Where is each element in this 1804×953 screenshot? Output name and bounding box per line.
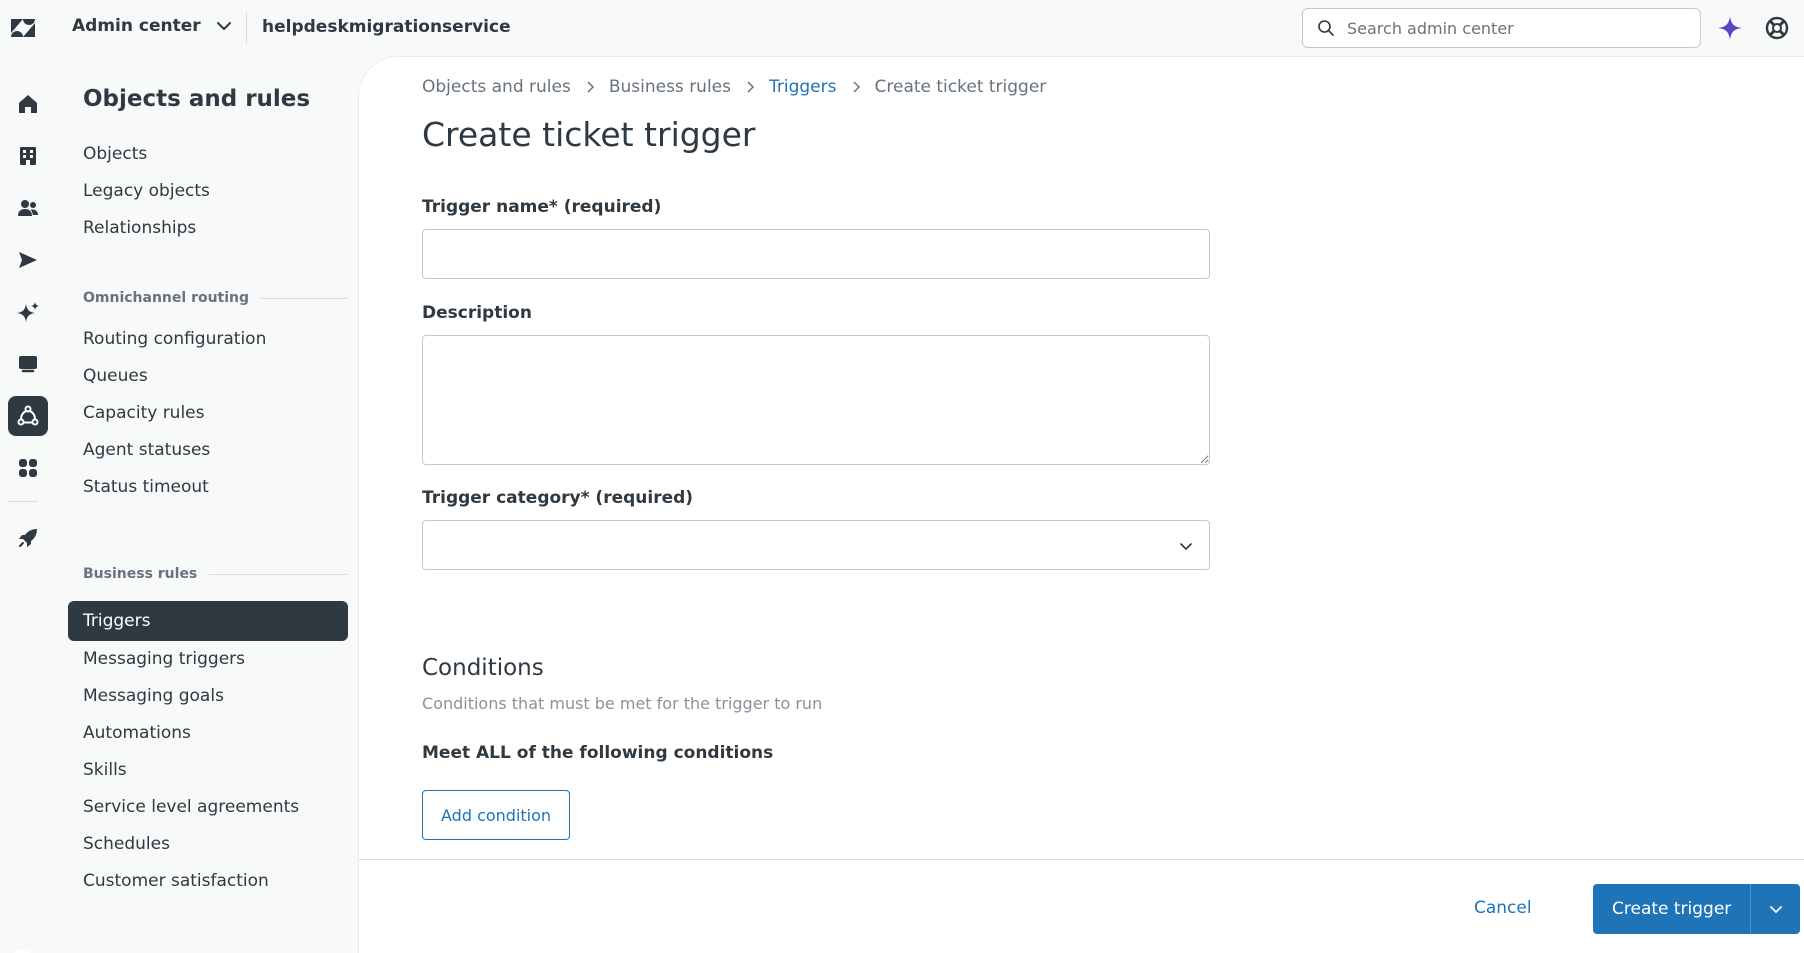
- breadcrumb-triggers[interactable]: Triggers: [769, 77, 837, 97]
- top-bar: Admin center helpdeskmigrationservice: [0, 0, 1804, 56]
- rail-objects-rules[interactable]: [8, 396, 48, 436]
- nav-section-label: Omnichannel routing: [83, 290, 250, 306]
- nav-item-queues[interactable]: Queues: [68, 356, 348, 396]
- search-input[interactable]: [1347, 18, 1687, 38]
- ai-sparkle-icon[interactable]: [1716, 14, 1744, 42]
- nav-item-legacy-objects[interactable]: Legacy objects: [68, 171, 348, 211]
- trigger-category-label: Trigger category* (required): [422, 488, 694, 508]
- add-condition-button[interactable]: Add condition: [422, 790, 571, 840]
- rocket-icon: [19, 529, 37, 547]
- nav-item-objects[interactable]: Objects: [68, 134, 348, 174]
- rail-account[interactable]: [8, 136, 48, 176]
- rail-channels[interactable]: [8, 240, 48, 280]
- nav-section-business-rules: Business rules: [83, 566, 348, 582]
- rail-ai[interactable]: [8, 292, 48, 332]
- nav-item-customer-satisfaction[interactable]: Customer satisfaction: [68, 861, 348, 901]
- product-name: Admin center: [72, 16, 201, 36]
- zendesk-logo-icon[interactable]: [9, 15, 37, 41]
- form-footer: Cancel Create trigger: [359, 859, 1804, 953]
- create-trigger-split-button: Create trigger: [1593, 884, 1801, 934]
- apps-icon: [19, 459, 37, 477]
- send-icon: [19, 252, 37, 268]
- product-switcher[interactable]: Admin center: [72, 15, 235, 37]
- product-nav-rail: [0, 56, 58, 953]
- building-icon: [20, 147, 36, 165]
- chevron-right-icon: [747, 81, 755, 93]
- chevron-right-icon: [587, 81, 594, 93]
- conditions-title: Conditions: [422, 655, 544, 681]
- nav-item-agent-statuses[interactable]: Agent statuses: [68, 430, 348, 470]
- nav-item-messaging-triggers[interactable]: Messaging triggers: [68, 639, 348, 679]
- nav-item-relationships[interactable]: Relationships: [68, 208, 348, 248]
- trigger-name-input[interactable]: [422, 229, 1210, 279]
- objects-rules-icon: [17, 405, 39, 426]
- page-title: Create ticket trigger: [422, 115, 756, 154]
- nav-item-service-level-agreements[interactable]: Service level agreements: [68, 787, 348, 827]
- nav-item-triggers[interactable]: Triggers: [68, 601, 348, 641]
- nav-item-routing-configuration[interactable]: Routing configuration: [68, 319, 348, 359]
- cancel-button[interactable]: Cancel: [1474, 898, 1532, 918]
- subdomain-label: helpdeskmigrationservice: [262, 17, 511, 37]
- description-textarea[interactable]: [422, 335, 1210, 465]
- rail-divider: [8, 501, 38, 502]
- nav-section-omnichannel: Omnichannel routing: [83, 290, 348, 306]
- nav-section-label: Business rules: [83, 566, 198, 582]
- trigger-name-label: Trigger name* (required): [422, 197, 662, 217]
- people-icon: [18, 200, 38, 216]
- description-label: Description: [422, 303, 532, 323]
- chevron-down-icon: [1769, 906, 1782, 913]
- nav-item-capacity-rules[interactable]: Capacity rules: [68, 393, 348, 433]
- meet-all-heading: Meet ALL of the following conditions: [422, 743, 774, 763]
- create-options-button[interactable]: [1750, 884, 1801, 934]
- rail-people[interactable]: [8, 188, 48, 228]
- nav-item-automations[interactable]: Automations: [68, 713, 348, 753]
- nav-item-status-timeout[interactable]: Status timeout: [68, 467, 348, 507]
- chevron-down-icon: [1180, 543, 1192, 550]
- breadcrumb-objects-and-rules[interactable]: Objects and rules: [422, 77, 571, 97]
- rail-apps[interactable]: [8, 448, 48, 488]
- search-icon: [1318, 20, 1334, 36]
- breadcrumb-current: Create ticket trigger: [874, 77, 1047, 97]
- topbar-divider: [246, 12, 247, 44]
- rail-workspaces[interactable]: [8, 344, 48, 384]
- nav-item-schedules[interactable]: Schedules: [68, 824, 348, 864]
- breadcrumb: Objects and rules Business rules Trigger…: [422, 77, 1046, 97]
- rail-get-started[interactable]: [8, 518, 48, 558]
- help-lifebuoy-icon[interactable]: [1763, 14, 1791, 42]
- breadcrumb-business-rules[interactable]: Business rules: [609, 77, 731, 97]
- chevron-right-icon: [852, 81, 860, 93]
- main-content: Objects and rules Business rules Trigger…: [358, 56, 1804, 953]
- nav-item-skills[interactable]: Skills: [68, 750, 348, 790]
- chevron-down-icon: [216, 22, 231, 30]
- nav-item-messaging-goals[interactable]: Messaging goals: [68, 676, 348, 716]
- chat-icon: [19, 356, 37, 373]
- nav-title: Objects and rules: [83, 86, 311, 112]
- search-box[interactable]: [1302, 8, 1701, 48]
- create-trigger-button[interactable]: Create trigger: [1593, 884, 1751, 934]
- objects-rules-nav: Objects and rules Objects Legacy objects…: [58, 56, 358, 953]
- home-icon: [19, 95, 37, 113]
- conditions-description: Conditions that must be met for the trig…: [422, 694, 823, 713]
- sparkle-icon: [17, 302, 39, 322]
- rail-home[interactable]: [8, 84, 48, 124]
- trigger-category-select[interactable]: [422, 520, 1210, 570]
